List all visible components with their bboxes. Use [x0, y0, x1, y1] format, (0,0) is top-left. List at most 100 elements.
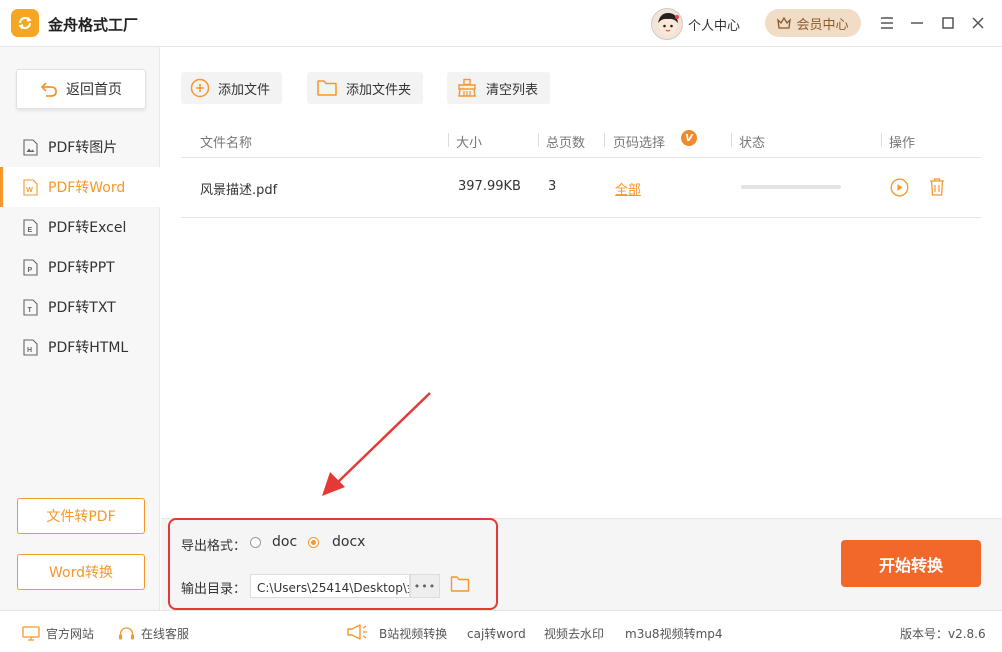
sidebar-item-pdf-to-word[interactable]: W PDF转Word: [0, 167, 160, 207]
sidebar: 返回首页 PDF转图片 W PDF转Word E PDF转Excel P PDF…: [0, 47, 160, 610]
version-label: 版本号：v2.8.6: [900, 627, 986, 641]
vip-center-label: 会员中心: [796, 17, 849, 33]
sidebar-item-pdf-to-html[interactable]: H PDF转HTML: [0, 327, 160, 367]
folder-icon: [450, 576, 470, 592]
sidebar-item-pdf-to-image[interactable]: PDF转图片: [0, 127, 160, 167]
sidebar-item-label: PDF转PPT: [48, 260, 115, 276]
online-service-link[interactable]: 在线客服: [118, 625, 189, 642]
svg-text:T: T: [28, 307, 33, 314]
radio-doc[interactable]: [250, 536, 261, 548]
back-home-label: 返回首页: [66, 82, 122, 98]
svg-text:P: P: [28, 267, 33, 274]
promo-link-m3u8[interactable]: m3u8视频转mp4: [625, 625, 723, 642]
file-size-cell: 397.99KB: [458, 179, 521, 194]
html-doc-icon: H: [23, 338, 38, 356]
add-circle-icon: [190, 78, 210, 98]
column-divider: [604, 133, 605, 147]
minimize-icon[interactable]: [906, 12, 928, 34]
maximize-icon[interactable]: [937, 12, 959, 34]
svg-text:W: W: [26, 187, 33, 194]
ppt-doc-icon: P: [23, 258, 38, 276]
header-actions: 操作: [889, 136, 916, 151]
open-folder-button[interactable]: [450, 575, 470, 597]
format-option-docx[interactable]: docx: [308, 534, 365, 550]
browse-dots-button[interactable]: •••: [410, 574, 440, 598]
header-size: 大小: [456, 136, 483, 151]
megaphone-icon: [346, 623, 370, 645]
headset-icon: [119, 626, 134, 639]
sidebar-item-label: PDF转TXT: [48, 300, 116, 316]
svg-text:H: H: [27, 347, 32, 354]
official-site-label: 官方网站: [46, 627, 95, 641]
format-docx-label: docx: [332, 534, 366, 550]
vip-badge-icon: V: [681, 130, 697, 146]
clear-list-label: 清空列表: [486, 82, 539, 98]
file-name-cell: 风景描述.pdf: [200, 183, 278, 198]
title-bar: 金舟格式工厂 个人中心 会员中心: [0, 0, 1002, 47]
word-convert-button[interactable]: Word转换: [17, 554, 145, 590]
output-dir-field[interactable]: C:\Users\25414\Desktop\金: [250, 574, 410, 598]
menu-icon[interactable]: [876, 12, 898, 34]
add-folder-label: 添加文件夹: [346, 82, 412, 98]
app-logo-icon: [18, 16, 32, 30]
user-avatar[interactable]: [651, 8, 683, 40]
column-divider: [881, 133, 882, 147]
app-title: 金舟格式工厂: [48, 16, 139, 34]
folder-icon: [317, 80, 337, 96]
add-folder-button[interactable]: 添加文件夹: [307, 72, 424, 104]
output-dir-label: 输出目录：: [181, 582, 247, 597]
monitor-icon: [22, 626, 40, 641]
column-divider: [731, 133, 732, 147]
sidebar-item-label: PDF转Word: [48, 180, 126, 196]
header-status: 状态: [739, 136, 766, 151]
excel-doc-icon: E: [23, 218, 38, 236]
start-single-button[interactable]: [890, 178, 909, 201]
word-doc-icon: W: [23, 178, 38, 196]
clear-list-button[interactable]: 清空列表: [447, 72, 551, 104]
header-total-pages: 总页数: [546, 136, 586, 151]
sidebar-item-label: PDF转Excel: [48, 220, 127, 236]
promo-link-caj[interactable]: caj转word: [467, 625, 526, 642]
promo-link-bilibili[interactable]: B站视频转换: [379, 625, 447, 642]
promo-link-watermark[interactable]: 视频去水印: [544, 625, 604, 642]
back-arrow-icon: [40, 82, 57, 97]
start-convert-button[interactable]: 开始转换: [841, 540, 981, 587]
add-file-button[interactable]: 添加文件: [181, 72, 283, 104]
header-file-name: 文件名称: [200, 136, 253, 151]
sidebar-item-pdf-to-ppt[interactable]: P PDF转PPT: [0, 247, 160, 287]
delete-row-button[interactable]: [928, 177, 946, 201]
txt-doc-icon: T: [23, 298, 38, 316]
trash-icon: [930, 178, 944, 196]
svg-text:E: E: [28, 227, 33, 234]
back-home-button[interactable]: 返回首页: [16, 69, 146, 109]
sidebar-item-label: PDF转HTML: [48, 340, 129, 356]
export-format-label: 导出格式：: [181, 539, 247, 554]
file-to-pdf-button[interactable]: 文件转PDF: [17, 498, 145, 534]
page-count-cell: 3: [548, 179, 557, 194]
status-bar: 官方网站 在线客服 B站视频转换 caj转word 视频去水印 m3u8视频转m…: [0, 610, 1002, 652]
file-table-header: 文件名称 大小 总页数 页码选择 V 状态 操作: [181, 122, 981, 158]
official-site-link[interactable]: 官方网站: [22, 625, 94, 642]
column-divider: [538, 133, 539, 147]
crown-icon: [777, 17, 792, 29]
format-doc-label: doc: [272, 534, 298, 550]
table-row: 风景描述.pdf 397.99KB 3 全部: [181, 158, 981, 218]
avatar-icon: [658, 13, 679, 35]
sidebar-item-pdf-to-excel[interactable]: E PDF转Excel: [0, 207, 160, 247]
column-divider: [448, 133, 449, 147]
radio-docx[interactable]: [308, 536, 319, 548]
sidebar-item-label: PDF转图片: [48, 140, 118, 156]
play-circle-icon: [890, 178, 909, 197]
format-option-doc[interactable]: doc: [250, 534, 297, 550]
image-doc-icon: [23, 138, 38, 156]
header-page-select: 页码选择: [613, 136, 666, 151]
online-service-label: 在线客服: [141, 627, 190, 641]
add-file-label: 添加文件: [218, 82, 271, 98]
sidebar-item-pdf-to-txt[interactable]: T PDF转TXT: [0, 287, 160, 327]
vip-center-button[interactable]: 会员中心: [765, 9, 861, 37]
app-logo: [11, 9, 39, 37]
page-select-link[interactable]: 全部: [615, 179, 641, 198]
close-icon[interactable]: [967, 12, 989, 34]
progress-bar: [741, 185, 841, 189]
personal-center-link[interactable]: 个人中心: [688, 15, 740, 34]
